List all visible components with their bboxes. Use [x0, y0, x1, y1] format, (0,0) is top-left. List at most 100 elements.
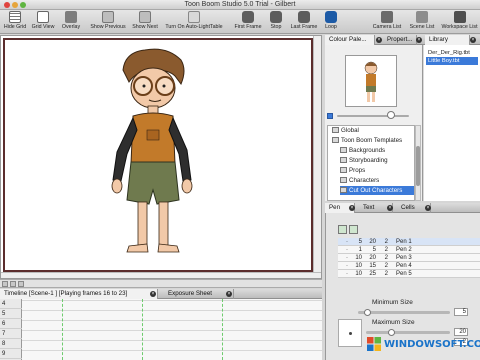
tab-exposure-sheet[interactable]: Exposure Sheet — [164, 289, 234, 299]
tree-item-global[interactable]: Global — [332, 126, 414, 135]
watermark: WINDOWSOFT.COM — [366, 336, 480, 354]
folder-icon — [340, 157, 347, 163]
stage-status-strip — [0, 279, 322, 288]
thumbnail-size-slider[interactable] — [327, 111, 421, 121]
loop-icon — [325, 11, 337, 23]
maximum-size-field[interactable]: 20 — [454, 328, 468, 336]
folder-icon — [340, 187, 347, 193]
slider-knob[interactable] — [387, 111, 395, 119]
show-previous-button[interactable]: Show Previous — [88, 11, 128, 33]
main-toolbar: Hide Grid Grid View Overlay Show Previou… — [0, 10, 480, 34]
library-item[interactable]: Little Boy.tbt — [426, 57, 478, 65]
timeline-grid[interactable] — [22, 299, 322, 360]
tree-item-cut-out-characters[interactable]: Cut Out Characters — [340, 186, 414, 195]
tab-timeline[interactable]: Timeline [Scene-1 ] [Playing frames 16 t… — [0, 289, 158, 299]
workspace-list-button[interactable]: Workspace List — [440, 11, 479, 33]
loop-button[interactable]: Loop — [322, 11, 340, 33]
pen-row[interactable]: · 10 15 2 Pen 4 — [338, 262, 480, 270]
tree-item-props[interactable]: Props — [340, 166, 414, 175]
minimum-size-field[interactable]: 5 — [454, 308, 468, 316]
close-icon[interactable]: × — [376, 37, 382, 43]
folder-icon — [340, 167, 347, 173]
grid-view-button[interactable]: Grid View — [30, 11, 56, 33]
scene-list-icon — [416, 11, 428, 23]
hide-grid-button[interactable]: Hide Grid — [2, 11, 28, 33]
camera-frame — [3, 38, 313, 272]
show-previous-icon — [102, 11, 114, 23]
delete-pen-icon[interactable] — [349, 225, 358, 234]
close-icon[interactable]: × — [150, 291, 156, 297]
tree-scrollbar[interactable] — [415, 125, 421, 201]
window-title: Toon Boom Studio 5.0 Trial - Gilbert — [184, 1, 296, 8]
overlay-button[interactable]: Overlay — [58, 11, 84, 33]
thumbnail-character — [364, 61, 378, 102]
pen-preview-dot — [349, 332, 352, 335]
stage-view[interactable] — [0, 35, 322, 279]
last-frame-button[interactable]: Last Frame — [288, 11, 320, 33]
stop-button[interactable]: Stop — [266, 11, 286, 33]
camera-list-icon — [381, 11, 393, 23]
stage-horizontal-scrollbar[interactable] — [1, 272, 321, 278]
close-icon[interactable]: × — [387, 205, 393, 211]
tab-colour-palette[interactable]: Colour Pale... — [325, 35, 375, 45]
camera-list-button[interactable]: Camera List — [372, 11, 402, 33]
template-thumbnail[interactable] — [345, 55, 397, 107]
auto-light-table-button[interactable]: Turn On Auto-LightTable — [162, 11, 226, 33]
pen-row[interactable]: · 10 25 2 Pen 5 — [338, 270, 480, 278]
timeline-marker — [62, 299, 63, 360]
timeline-row-headers: 4 5 6 7 8 9 — [0, 299, 22, 360]
right-top-tabs: Colour Pale... × Propert... × Library × — [325, 35, 480, 45]
windows-logo-icon — [367, 337, 381, 351]
pen-row[interactable]: · 5 20 2 Pen 1 — [338, 238, 480, 246]
close-icon[interactable]: × — [226, 291, 232, 297]
grid-icon — [9, 11, 21, 23]
character-drawing[interactable] — [5, 40, 311, 270]
zoom-in-button[interactable] — [10, 281, 16, 287]
pen-row-mark: · — [346, 247, 348, 253]
pen-panel-tabs: Pen × Text × Cells × — [325, 203, 480, 213]
library-list[interactable]: Der_Der_Rig.tbt Little Boy.tbt — [424, 45, 480, 201]
show-preview-checkbox[interactable] — [327, 113, 333, 119]
maximum-size-label: Maximum Size — [372, 319, 415, 326]
minimum-size-label: Minimum Size — [372, 299, 413, 306]
scrollbar-thumb[interactable] — [416, 146, 420, 186]
close-icon[interactable]: × — [349, 205, 355, 211]
timeline-row-number: 9 — [0, 349, 22, 359]
close-icon[interactable]: × — [425, 205, 431, 211]
close-icon[interactable]: × — [416, 37, 422, 43]
library-item[interactable]: Der_Der_Rig.tbt — [426, 49, 478, 57]
stage-vertical-scrollbar[interactable] — [313, 36, 321, 278]
close-icon[interactable]: × — [470, 37, 476, 43]
pen-row[interactable]: · 10 20 2 Pen 3 — [338, 254, 480, 262]
minimum-size-knob[interactable] — [364, 309, 371, 316]
pen-row[interactable]: · 1 5 2 Pen 2 — [338, 246, 480, 254]
library-preview-pane: Global Toon Boom Templates Backgrounds S… — [325, 45, 423, 201]
scene-list-button[interactable]: Scene List — [408, 11, 436, 33]
timeline-row-number: 7 — [0, 329, 22, 339]
add-pen-icon[interactable] — [338, 225, 347, 234]
first-frame-button[interactable]: First Frame — [232, 11, 264, 33]
pen-row-mark: · — [346, 263, 348, 269]
library-tree[interactable]: Global Toon Boom Templates Backgrounds S… — [327, 125, 415, 201]
pen-row-mark: · — [346, 271, 348, 277]
tree-item-characters[interactable]: Characters — [340, 176, 414, 185]
minimum-size-track[interactable] — [358, 311, 450, 314]
bottom-tabs: Timeline [Scene-1 ] [Playing frames 16 t… — [0, 289, 322, 299]
tab-properties[interactable]: Propert... — [383, 35, 417, 45]
show-next-icon — [139, 11, 151, 23]
tab-library[interactable]: Library — [425, 35, 470, 45]
timeline-marker — [142, 299, 143, 360]
reset-view-button[interactable] — [18, 281, 24, 287]
show-next-button[interactable]: Show Next — [130, 11, 160, 33]
maximum-size-knob[interactable] — [388, 329, 395, 336]
tree-item-toon-boom-templates[interactable]: Toon Boom Templates — [332, 136, 414, 145]
maximum-size-track[interactable] — [366, 331, 450, 334]
tree-item-backgrounds[interactable]: Backgrounds — [340, 146, 414, 155]
tree-item-storyboarding[interactable]: Storyboarding — [340, 156, 414, 165]
timeline-row-number: 4 — [0, 299, 22, 309]
overlay-icon — [65, 11, 77, 23]
zoom-out-button[interactable] — [2, 281, 8, 287]
light-table-icon — [188, 11, 200, 23]
timeline-panel[interactable]: 4 5 6 7 8 9 — [0, 299, 322, 360]
folder-icon — [340, 177, 347, 183]
